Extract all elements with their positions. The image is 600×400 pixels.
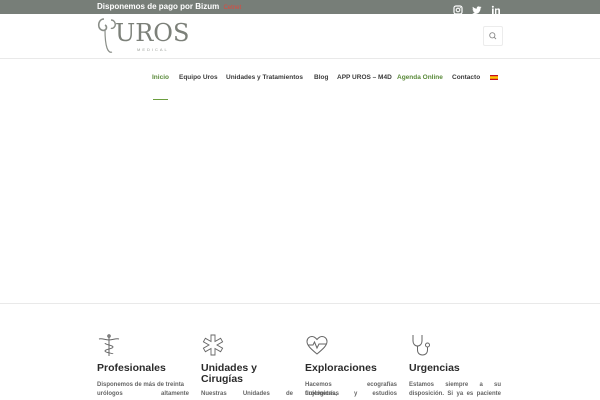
active-nav-indicator [153,99,168,100]
feature-title: Urgencias [409,362,460,374]
nav-item-blog[interactable]: Blog [314,72,328,84]
logo-subtitle: MEDICAL [137,47,169,52]
feature-text-line: Nuestras Unidades de [201,391,293,397]
twitter-icon[interactable] [472,2,482,15]
top-bar: Disponemos de pago por Bizum Cetnet [0,0,600,15]
search-button[interactable] [483,26,503,46]
main-nav: Inicio Equipo Uros Unidades y Tratamient… [0,72,600,88]
promo-text: Disponemos de pago por Bizum [97,2,220,11]
medical-star-icon [202,334,224,356]
feature-title: Unidades y Cirugías [201,362,258,385]
feature-text-line: urólogos altamente [97,391,189,397]
nav-item-unidades-tratamientos[interactable]: Unidades y Tratamientos [226,72,303,84]
spain-flag-icon[interactable] [490,75,498,80]
nav-item-app-uros[interactable]: APP UROS – M4D [337,72,392,84]
bizum-promo: Disponemos de pago por Bizum Cetnet [97,0,241,14]
cetnet-badge: Cetnet [223,5,242,11]
logo-wordmark: UROS [115,19,190,47]
nav-item-inicio[interactable]: Inicio [152,72,169,84]
nav-item-equipo-uros[interactable]: Equipo Uros [179,72,218,84]
feature-text-line: Disponemos de más de treinta [97,382,185,388]
search-icon [489,32,497,40]
kidney-logo-icon [97,18,116,53]
section-divider [0,303,600,304]
nav-item-agenda-online[interactable]: Agenda Online [397,72,443,84]
caduceus-icon [98,334,120,356]
social-links [453,2,501,15]
uros-logo[interactable]: UROS MEDICAL [97,16,189,56]
feature-text-line: flujometrías y estudios [305,391,397,397]
feature-text-line: disposición. Si ya es paciente [409,391,501,397]
feature-title: Exploraciones [305,362,377,374]
feature-text-line: Estamos siempre a su [409,382,501,388]
feature-title: Profesionales [97,362,166,374]
stethoscope-icon [412,335,430,356]
nav-item-contacto[interactable]: Contacto [452,72,480,84]
site-header: UROS MEDICAL [0,14,600,59]
heartbeat-icon [306,335,328,355]
instagram-icon[interactable] [453,2,463,15]
linkedin-icon[interactable] [491,2,501,14]
